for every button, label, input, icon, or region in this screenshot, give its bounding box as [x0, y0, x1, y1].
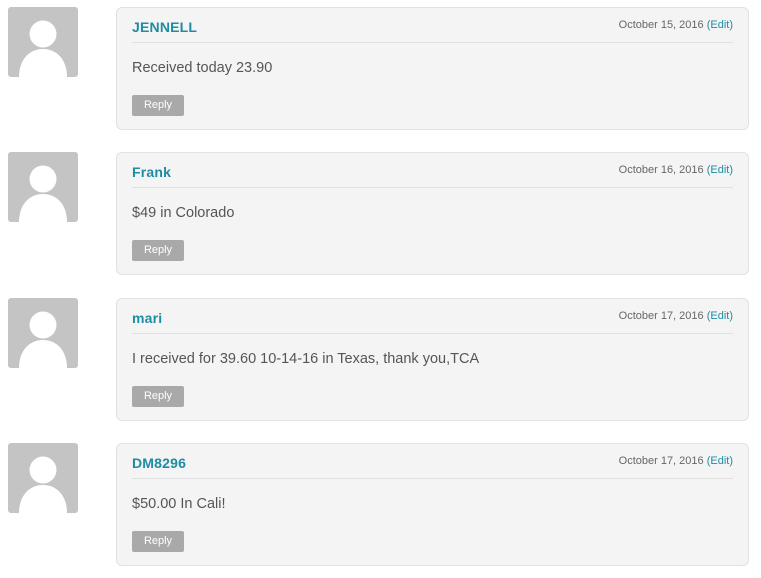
- comment-bubble: DM8296 October 17, 2016 (Edit) $50.00 In…: [116, 443, 749, 566]
- comment-meta: October 15, 2016 (Edit): [619, 19, 733, 31]
- comment-bubble: mari October 17, 2016 (Edit) I received …: [116, 298, 749, 421]
- default-user-avatar-icon: [19, 456, 67, 513]
- comment-bubble: JENNELL October 15, 2016 (Edit) Received…: [116, 7, 749, 130]
- comment-item: Frank October 16, 2016 (Edit) $49 in Col…: [0, 145, 761, 275]
- edit-link[interactable]: (Edit): [707, 455, 733, 467]
- default-user-avatar-icon: [19, 20, 67, 77]
- comment-author-link[interactable]: DM8296: [132, 455, 186, 471]
- comment-text: Received today 23.90: [132, 60, 273, 76]
- comment-text: $49 in Colorado: [132, 205, 235, 221]
- reply-button[interactable]: Reply: [132, 531, 184, 552]
- avatar: [8, 443, 78, 513]
- comment-item: JENNELL October 15, 2016 (Edit) Received…: [0, 0, 761, 130]
- comment-text: I received for 39.60 10-14-16 in Texas, …: [132, 351, 480, 367]
- comment-text: $50.00 In Cali!: [132, 496, 226, 512]
- comment-item: mari October 17, 2016 (Edit) I received …: [0, 291, 761, 421]
- comment-header: JENNELL October 15, 2016 (Edit): [132, 8, 733, 43]
- edit-link[interactable]: (Edit): [707, 19, 733, 31]
- edit-link[interactable]: (Edit): [707, 164, 733, 176]
- default-user-avatar-icon: [19, 311, 67, 368]
- reply-button[interactable]: Reply: [132, 240, 184, 261]
- reply-button[interactable]: Reply: [132, 386, 184, 407]
- comment-header: Frank October 16, 2016 (Edit): [132, 153, 733, 188]
- edit-link[interactable]: (Edit): [707, 310, 733, 322]
- reply-button[interactable]: Reply: [132, 95, 184, 116]
- comment-item: DM8296 October 17, 2016 (Edit) $50.00 In…: [0, 436, 761, 566]
- comment-meta: October 17, 2016 (Edit): [619, 310, 733, 322]
- comment-date[interactable]: October 16, 2016: [619, 164, 704, 176]
- comment-meta: October 17, 2016 (Edit): [619, 455, 733, 467]
- avatar: [8, 7, 78, 77]
- avatar: [8, 298, 78, 368]
- default-user-avatar-icon: [19, 165, 67, 222]
- comment-meta: October 16, 2016 (Edit): [619, 164, 733, 176]
- comment-author-link[interactable]: JENNELL: [132, 19, 197, 35]
- comment-date[interactable]: October 17, 2016: [619, 310, 704, 322]
- comment-bubble: Frank October 16, 2016 (Edit) $49 in Col…: [116, 152, 749, 275]
- comment-header: mari October 17, 2016 (Edit): [132, 299, 733, 334]
- comment-header: DM8296 October 17, 2016 (Edit): [132, 444, 733, 479]
- comment-author-link[interactable]: mari: [132, 310, 162, 326]
- comment-date[interactable]: October 15, 2016: [619, 19, 704, 31]
- avatar: [8, 152, 78, 222]
- comment-author-link[interactable]: Frank: [132, 164, 171, 180]
- comment-date[interactable]: October 17, 2016: [619, 455, 704, 467]
